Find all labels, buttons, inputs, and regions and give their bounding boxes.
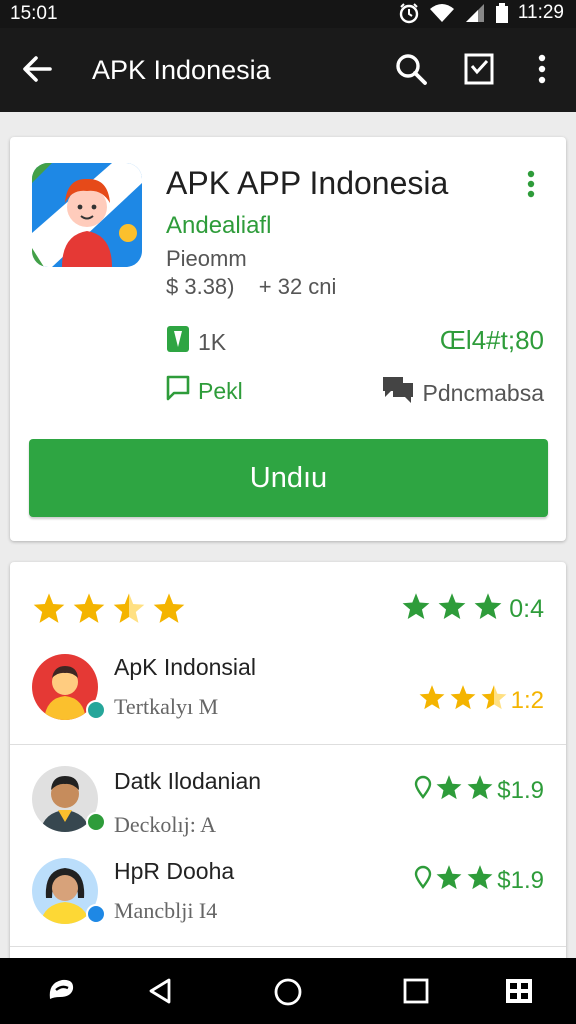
wifi-icon <box>429 3 454 23</box>
verified-badge-icon <box>86 812 106 832</box>
app-name: APK APP Indonesia <box>166 165 449 201</box>
status-time-left: 15:01 <box>10 3 58 24</box>
developer-link[interactable]: Andealiafl <box>166 212 271 240</box>
star-icon <box>473 592 503 627</box>
back-triangle-icon[interactable] <box>147 977 173 1010</box>
review-rating: $1.9 <box>414 774 544 807</box>
downloads-detail: Œl4#t;80 <box>440 325 544 356</box>
pin-icon <box>414 775 432 806</box>
search-icon[interactable] <box>394 52 428 91</box>
rating-summary-stars <box>32 592 186 629</box>
star-icon <box>401 592 431 627</box>
divider <box>10 946 566 947</box>
review-subtitle: Mancblji I4 <box>114 898 218 923</box>
app-icon <box>32 163 142 267</box>
status-time-right: 11:29 <box>517 2 564 23</box>
app-detail-card: APK APP Indonesia Andealiafl Pieomm $ 3.… <box>10 137 566 541</box>
review-subtitle: Deckolıj: A <box>114 812 217 837</box>
rating-summary-right: 0:4 <box>401 592 544 627</box>
app-bar: APK Indonesia <box>0 28 576 112</box>
downloads-count: 1K <box>198 328 227 355</box>
system-nav-bar <box>0 958 576 1024</box>
assistant-icon[interactable] <box>46 977 76 1010</box>
star-icon <box>32 592 66 629</box>
app-category: Pieomm <box>166 246 247 271</box>
rating-stat[interactable]: Pekl <box>166 375 243 407</box>
page-title: APK Indonesia <box>92 55 271 85</box>
star-icon <box>418 684 446 717</box>
pin-icon <box>414 865 432 896</box>
review-item[interactable]: Datk Ilodanian Deckolıj: A $1.9 <box>10 766 566 837</box>
reviewer-name: Datk Ilodanian <box>114 768 262 794</box>
install-button[interactable]: Undıu <box>29 439 548 517</box>
star-icon <box>435 774 463 807</box>
more-options-icon[interactable] <box>526 169 536 204</box>
reviewer-name: ApK Indonsial <box>114 654 256 680</box>
star-half-icon <box>480 684 508 717</box>
inbox-check-icon[interactable] <box>464 52 494 91</box>
status-bar: 15:01 11:29 <box>0 0 576 28</box>
back-arrow-icon[interactable] <box>20 52 54 91</box>
more-vert-icon[interactable] <box>536 52 548 91</box>
app-price: $ 3.38) <box>166 274 235 299</box>
comment-outline-icon <box>166 375 190 407</box>
comments-icon <box>381 375 415 411</box>
signal-icon <box>464 3 486 23</box>
download-badge-icon <box>166 325 190 359</box>
app-size: + 32 cni <box>258 274 337 299</box>
review-value: $1.9 <box>497 776 544 804</box>
review-item[interactable]: HpR Dooha Mancblji I4 $1.9 <box>10 858 566 928</box>
reviews-label: Pdncmabsa <box>422 379 544 406</box>
review-value: $1.9 <box>497 866 544 894</box>
rating-label: Pekl <box>198 377 243 404</box>
downloads-detail-value: Œl4#t;80 <box>439 325 544 355</box>
star-icon <box>72 592 106 629</box>
review-rating: $1.9 <box>414 864 544 897</box>
rating-summary-value: 0:4 <box>509 595 544 623</box>
verified-badge-icon <box>86 700 106 720</box>
reviews-stat[interactable]: Pdncmabsa <box>381 375 544 411</box>
reviewer-name: HpR Dooha <box>114 858 235 884</box>
divider <box>10 744 566 745</box>
star-half-icon <box>112 592 146 629</box>
review-rating: 1:2 <box>418 684 544 717</box>
star-icon <box>449 684 477 717</box>
home-circle-icon[interactable] <box>273 977 303 1012</box>
review-subtitle: Tertkalyı M <box>114 694 219 719</box>
grid-icon[interactable] <box>505 977 533 1010</box>
battery-icon <box>495 3 508 23</box>
review-item[interactable]: ApK Indonsial Tertkalyı M 1:2 <box>10 654 566 744</box>
star-icon <box>466 774 494 807</box>
review-value: 1:2 <box>510 686 544 714</box>
downloads-stat: 1K <box>166 325 226 359</box>
star-icon <box>437 592 467 627</box>
app-meta-line: $ 3.38) + 32 cni <box>166 274 336 300</box>
verified-badge-icon <box>86 904 106 924</box>
star-icon <box>466 864 494 897</box>
reviews-card: 0:4 ApK Indonsial Tertkalyı M 1:2 Datk I… <box>10 562 566 962</box>
alarm-icon <box>398 2 420 24</box>
star-icon <box>435 864 463 897</box>
star-icon <box>152 592 186 629</box>
recents-square-icon[interactable] <box>403 977 429 1010</box>
